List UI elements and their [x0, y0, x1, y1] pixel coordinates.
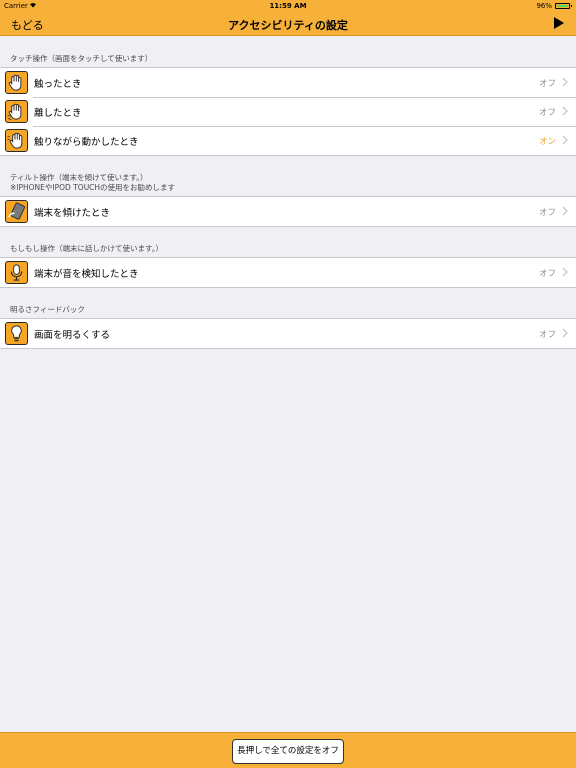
battery-icon — [555, 3, 572, 9]
microphone-icon — [5, 261, 28, 284]
status-bar: Carrier 11:59 AM 96% — [0, 0, 576, 12]
chevron-right-icon — [562, 328, 568, 338]
setting-label: 触ったとき — [34, 79, 82, 90]
section-header-brightness: 明るさフィードバック — [10, 305, 85, 314]
setting-row-voice[interactable]: 端末が音を検知したとき オフ — [0, 258, 576, 287]
tilt-device-icon — [5, 200, 28, 223]
section-header-touch: タッチ操作（画面をタッチして使います） — [10, 54, 153, 63]
setting-row-tilt[interactable]: 端末を傾けたとき オフ — [0, 197, 576, 226]
brightness-settings-group: 画面を明るくする オフ — [0, 318, 576, 349]
play-icon[interactable] — [552, 15, 566, 31]
chevron-right-icon — [562, 135, 568, 145]
setting-label: 端末が音を検知したとき — [34, 269, 139, 280]
touch-settings-group: 触ったとき オフ 離したとき オフ 触りながら動かしたとき オン — [0, 67, 576, 156]
voice-settings-group: 端末が音を検知したとき オフ — [0, 257, 576, 288]
battery-percent: 96% — [536, 2, 552, 10]
chevron-right-icon — [562, 267, 568, 277]
setting-value: オフ — [538, 208, 556, 218]
setting-row-release[interactable]: 離したとき オフ — [0, 97, 576, 126]
setting-label: 端末を傾けたとき — [34, 208, 111, 219]
setting-value: オン — [538, 137, 556, 147]
setting-label: 触りながら動かしたとき — [34, 137, 139, 148]
chevron-right-icon — [562, 106, 568, 116]
setting-label: 離したとき — [34, 108, 82, 119]
setting-value: オフ — [538, 108, 556, 118]
setting-value: オフ — [538, 79, 556, 89]
setting-value: オフ — [538, 269, 556, 279]
clock: 11:59 AM — [269, 2, 307, 10]
setting-label: 画面を明るくする — [34, 330, 111, 341]
navigation-bar: もどる アクセシビリティの設定 — [0, 12, 576, 36]
setting-value: オフ — [538, 330, 556, 340]
turn-off-all-button[interactable]: 長押しで全ての設定をオフ — [232, 739, 344, 764]
light-bulb-icon — [5, 322, 28, 345]
setting-row-move[interactable]: 触りながら動かしたとき オン — [0, 126, 576, 155]
setting-row-touch[interactable]: 触ったとき オフ — [0, 68, 576, 97]
setting-row-brightness[interactable]: 画面を明るくする オフ — [0, 319, 576, 348]
chevron-right-icon — [562, 206, 568, 216]
section-subheader-tilt: ※IPHONEやIPOD TOUCHの使用をお勧めします — [10, 183, 176, 192]
section-header-voice: もしもし操作（端末に話しかけて使います。） — [10, 244, 163, 253]
hand-touch-icon — [5, 71, 28, 94]
page-title: アクセシビリティの設定 — [228, 19, 348, 32]
hand-release-icon — [5, 100, 28, 123]
bottom-toolbar: 長押しで全ての設定をオフ — [0, 732, 576, 768]
chevron-right-icon — [562, 77, 568, 87]
tilt-settings-group: 端末を傾けたとき オフ — [0, 196, 576, 227]
hand-move-icon — [5, 129, 28, 152]
section-header-tilt: ティルト操作（端末を傾けて使います。） — [10, 173, 148, 182]
